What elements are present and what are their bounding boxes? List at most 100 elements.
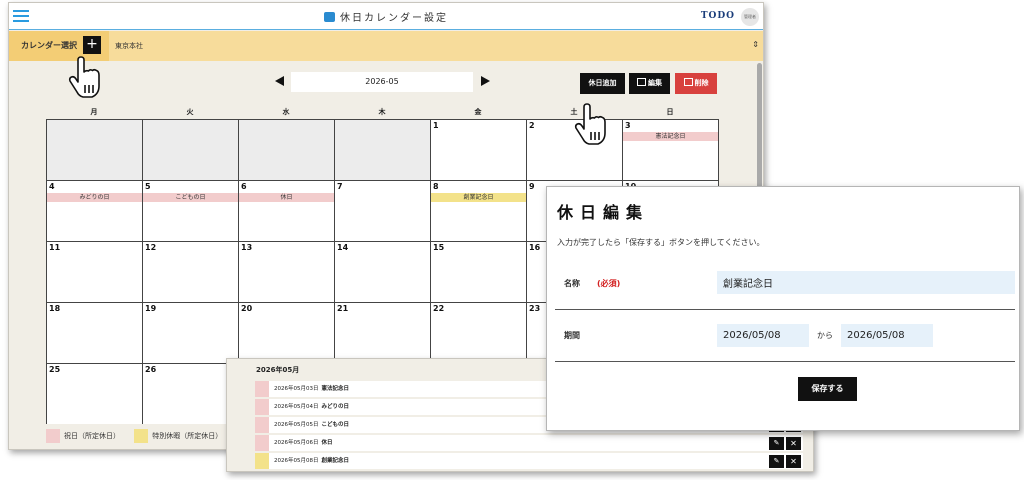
calendar-day-cell[interactable]: 1 <box>430 119 526 180</box>
add-holiday-button[interactable]: 休日追加 <box>580 73 625 94</box>
close-icon[interactable]: ✕ <box>786 437 801 450</box>
holiday-list-name: みどりの日 <box>321 404 350 410</box>
calendar-day-cell[interactable]: 25 <box>46 363 142 424</box>
delete-button-label: 削除 <box>694 79 709 87</box>
day-number: 3 <box>625 121 631 130</box>
holiday-list-name: 憲法記念日 <box>321 386 350 392</box>
day-number: 19 <box>145 304 157 313</box>
calendar-day-cell[interactable]: 18 <box>46 302 142 363</box>
legend-swatch <box>46 429 60 443</box>
calendar-dropdown[interactable]: 東京本社 <box>115 31 143 61</box>
calendar-day-cell[interactable]: 21 <box>334 302 430 363</box>
calendar-day-cell[interactable]: 13 <box>238 241 334 302</box>
day-number: 16 <box>529 243 541 252</box>
todo-link[interactable]: TODO <box>701 11 735 21</box>
edit-button-label: 編集 <box>648 79 662 87</box>
required-label: (必須) <box>597 279 621 288</box>
day-number: 15 <box>433 243 445 252</box>
holiday-list-item[interactable]: 2026年05月06日 休日 ✎ ✕ <box>255 435 803 451</box>
calendar-day-cell[interactable] <box>334 119 430 180</box>
calendar-day-cell[interactable] <box>142 119 238 180</box>
pencil-icon[interactable]: ✎ <box>769 455 784 468</box>
holiday-label[interactable]: 休日 <box>239 193 334 202</box>
chevron-updown-icon[interactable]: ⇕ <box>752 40 759 49</box>
weekday-label: 日 <box>666 108 674 116</box>
admin-avatar[interactable]: 管理者 <box>741 8 759 26</box>
calendar-day-cell[interactable] <box>46 119 142 180</box>
holiday-list-name: 休日 <box>321 440 333 446</box>
day-number: 14 <box>337 243 349 252</box>
calendar-day-cell[interactable]: 14 <box>334 241 430 302</box>
calendar-day-cell[interactable]: 15 <box>430 241 526 302</box>
calendar-day-cell[interactable]: 20 <box>238 302 334 363</box>
legend-special: 特別休暇（所定休日） <box>134 429 222 443</box>
calendar-day-cell[interactable]: 22 <box>430 302 526 363</box>
calendar-icon <box>637 78 646 86</box>
calendar-day-cell[interactable]: 5 こどもの日 <box>142 180 238 241</box>
close-icon[interactable]: ✕ <box>786 455 801 468</box>
holiday-list-name: 創業記念日 <box>321 458 350 464</box>
weekday-label: 水 <box>282 108 290 116</box>
next-month-icon[interactable] <box>481 76 490 86</box>
period-label: 期間 <box>564 331 580 340</box>
delete-button[interactable]: 削除 <box>675 73 717 94</box>
holiday-list-date: 2026年05月08日 <box>274 458 319 464</box>
weekday-label: 木 <box>378 108 386 116</box>
weekday-label: 月 <box>90 108 98 116</box>
holiday-list-date: 2026年05月05日 <box>274 422 319 428</box>
holiday-list-text: 2026年05月08日 創業記念日 <box>274 453 349 469</box>
calendar-day-cell[interactable]: 19 <box>142 302 238 363</box>
calendar-day-cell[interactable]: 11 <box>46 241 142 302</box>
day-number: 26 <box>145 365 157 374</box>
top-bar: 休日カレンダー設定 TODO 管理者 <box>9 3 763 30</box>
day-number: 5 <box>145 182 151 191</box>
day-number: 6 <box>241 182 247 191</box>
calendar-day-cell[interactable]: 3 憲法記念日 <box>622 119 718 180</box>
holiday-list-name: こどもの日 <box>321 422 350 428</box>
edit-button[interactable]: 編集 <box>629 73 670 94</box>
calendar-day-cell[interactable]: 12 <box>142 241 238 302</box>
name-field[interactable] <box>717 271 1015 294</box>
hand-pointer-icon <box>574 103 606 145</box>
calendar-select-bar: カレンダー選択 + 東京本社 ⇕ <box>9 31 763 61</box>
legend-special-label: 特別休暇（所定休日） <box>152 432 223 440</box>
holiday-list-date: 2026年05月06日 <box>274 440 319 446</box>
add-calendar-button[interactable]: + <box>83 36 101 54</box>
holiday-label[interactable]: みどりの日 <box>47 193 142 202</box>
holiday-list-item[interactable]: 2026年05月08日 創業記念日 ✎ ✕ <box>255 453 803 469</box>
calendar-day-cell[interactable]: 7 <box>334 180 430 241</box>
name-label: 名称 <box>564 279 580 288</box>
calendar-day-cell[interactable]: 4 みどりの日 <box>46 180 142 241</box>
calendar-day-cell[interactable]: 26 <box>142 363 238 424</box>
holiday-label[interactable]: 創業記念日 <box>431 193 526 202</box>
holiday-color-swatch <box>255 399 269 415</box>
start-date-field[interactable] <box>717 324 809 347</box>
calendar-day-cell[interactable] <box>238 119 334 180</box>
day-number: 2 <box>529 121 535 130</box>
divider <box>555 361 1015 362</box>
holiday-list-text: 2026年05月03日 憲法記念日 <box>274 381 349 397</box>
calendar-icon <box>683 78 693 86</box>
day-number: 23 <box>529 304 541 313</box>
app-title: 休日カレンダー設定 <box>9 9 763 24</box>
legend-national: 祝日（所定休日） <box>46 429 120 443</box>
end-date-field[interactable] <box>841 324 933 347</box>
legend-national-label: 祝日（所定休日） <box>64 432 120 440</box>
holiday-label[interactable]: こどもの日 <box>143 193 238 202</box>
legend-swatch <box>134 429 149 443</box>
calendar-day-cell[interactable]: 6 休日 <box>238 180 334 241</box>
pencil-icon[interactable]: ✎ <box>769 437 784 450</box>
save-button[interactable]: 保存する <box>798 377 857 401</box>
holiday-list-text: 2026年05月05日 こどもの日 <box>274 417 349 433</box>
calendar-day-cell[interactable]: 8 創業記念日 <box>430 180 526 241</box>
prev-month-icon[interactable] <box>275 76 284 86</box>
holiday-label[interactable]: 憲法記念日 <box>623 132 718 141</box>
legend: 祝日（所定休日） 特別休暇（所定休日） <box>46 429 234 445</box>
divider <box>555 309 1015 310</box>
holiday-color-swatch <box>255 453 269 469</box>
holiday-list-date: 2026年05月03日 <box>274 386 319 392</box>
day-number: 9 <box>529 182 535 191</box>
weekday-header: 月 火 水 木 金 土 日 <box>46 107 718 119</box>
day-number: 20 <box>241 304 253 313</box>
month-field[interactable]: 2026-05 <box>291 72 473 92</box>
